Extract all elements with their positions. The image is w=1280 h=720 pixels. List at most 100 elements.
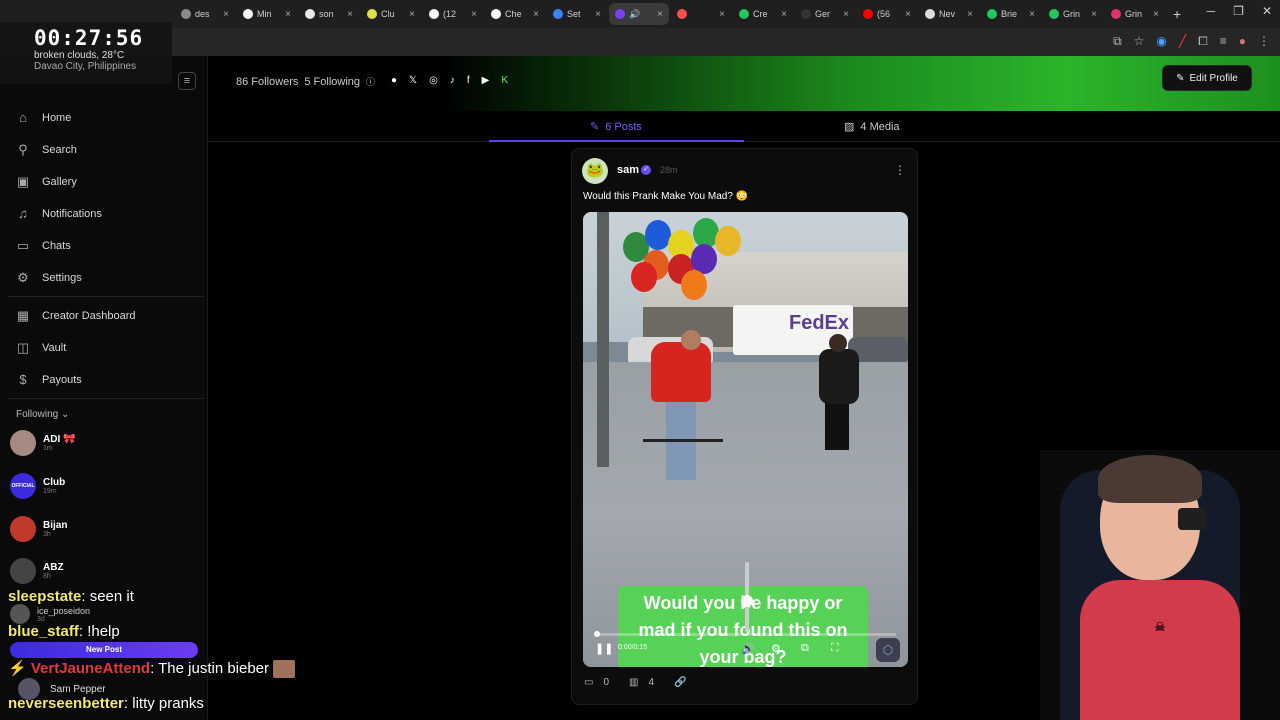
more-options-icon[interactable]: ⋮	[894, 163, 906, 177]
sidebar-item-creator-dashboard[interactable]: ▦ Creator Dashboard	[16, 309, 136, 323]
minimize-icon[interactable]: ─	[1207, 4, 1216, 18]
following-item[interactable]: Bijan 3h	[10, 516, 67, 542]
tiktok-icon[interactable]: ♪	[450, 75, 455, 86]
close-tab-icon[interactable]: ×	[409, 9, 415, 20]
close-window-icon[interactable]: ✕	[1262, 4, 1272, 18]
edit-profile-button[interactable]: ✎ Edit Profile	[1162, 65, 1252, 91]
close-tab-icon[interactable]: ×	[1153, 9, 1159, 20]
sidebar-item-payouts[interactable]: $ Payouts	[16, 372, 81, 387]
close-tab-icon[interactable]: ×	[905, 9, 911, 20]
sidebar-item-label: Search	[42, 144, 77, 156]
dollar-icon: $	[19, 372, 27, 387]
tab-media[interactable]: ▨ 4 Media	[844, 120, 900, 134]
close-tab-icon[interactable]: ×	[595, 9, 601, 20]
link-icon[interactable]: 🔗	[674, 677, 686, 688]
tab-posts[interactable]: ✎ 6 Posts	[590, 120, 642, 134]
picture-in-picture-icon[interactable]: ⧉	[801, 642, 809, 655]
app-badge-icon[interactable]: ⬡	[876, 638, 900, 662]
media-icon[interactable]: ≡	[1220, 34, 1227, 49]
browser-tab[interactable]: Ger ×	[795, 3, 855, 25]
browser-tab[interactable]: des ×	[175, 3, 235, 25]
close-tab-icon[interactable]: ×	[223, 9, 229, 20]
volume-icon[interactable]: 🔊	[741, 642, 755, 655]
following-count[interactable]: 5 Following	[304, 76, 360, 88]
menu-dots-icon[interactable]: ⋮	[1258, 34, 1270, 49]
browser-tab[interactable]: Min ×	[237, 3, 297, 25]
sidebar-item-home[interactable]: ⌂ Home	[16, 111, 71, 125]
puzzle-icon[interactable]: ⧠	[1198, 34, 1208, 49]
browser-tab[interactable]: Grin ×	[1043, 3, 1103, 25]
avatar	[10, 516, 36, 542]
close-tab-icon[interactable]: ×	[533, 9, 539, 20]
extension-icon[interactable]: ╱	[1179, 34, 1186, 49]
browser-tab[interactable]: Cre ×	[733, 3, 793, 25]
sidebar-item-label: Home	[42, 112, 72, 124]
browser-tab[interactable]: Set ×	[547, 3, 607, 25]
snapchat-icon[interactable]: ●	[391, 75, 397, 86]
youtube-icon[interactable]: ▶	[482, 75, 490, 86]
browser-tab[interactable]: (56 ×	[857, 3, 917, 25]
new-tab-button[interactable]: +	[1173, 6, 1181, 22]
instagram-icon[interactable]: ◎	[429, 75, 438, 86]
new-post-button[interactable]: New Post	[10, 642, 198, 658]
bookmark-star-icon[interactable]: ☆	[1134, 34, 1145, 49]
browser-tab[interactable]: Che ×	[485, 3, 545, 25]
facebook-icon[interactable]: f	[467, 75, 470, 86]
following-item[interactable]: ABZ 8h	[10, 558, 64, 584]
sidebar-item-vault[interactable]: ◫ Vault	[16, 341, 66, 355]
tab-label: (56	[877, 9, 891, 19]
pause-icon[interactable]: ❚❚	[595, 642, 613, 655]
fullscreen-icon[interactable]: ⛶	[831, 642, 839, 655]
close-tab-icon[interactable]: ×	[719, 9, 725, 20]
hamburger-icon[interactable]: ≡	[178, 72, 196, 90]
close-tab-icon[interactable]: ×	[1091, 9, 1097, 20]
browser-tab[interactable]: Grin ×	[1105, 3, 1165, 25]
following-item[interactable]: OFFICIAL Club 19m	[10, 473, 65, 499]
tab-label: Grin	[1125, 9, 1143, 19]
following-name: Club	[43, 477, 66, 488]
sidebar-item-notifications[interactable]: ♫ Notifications	[16, 207, 102, 221]
close-tab-icon[interactable]: ×	[285, 9, 291, 20]
install-icon[interactable]: ⧉	[1113, 34, 1122, 49]
close-tab-icon[interactable]: ×	[967, 9, 973, 20]
info-icon[interactable]: ⓘ	[366, 75, 375, 88]
sidebar-item-gallery[interactable]: ▣ Gallery	[16, 175, 77, 189]
comment-icon[interactable]: ▭	[584, 677, 593, 688]
close-tab-icon[interactable]: ×	[843, 9, 849, 20]
close-tab-icon[interactable]: ×	[471, 9, 477, 20]
close-tab-icon[interactable]: ×	[1029, 9, 1035, 20]
close-tab-icon[interactable]: ×	[347, 9, 353, 20]
active-tab-indicator	[489, 140, 744, 142]
followers-count[interactable]: 86 Followers	[236, 76, 298, 88]
extension-icon[interactable]: ◉	[1156, 34, 1166, 49]
sidebar-item-search[interactable]: ⚲ Search	[16, 143, 77, 157]
profile-avatar-icon[interactable]: ●	[1239, 34, 1246, 49]
video-progress-bar[interactable]	[596, 633, 896, 636]
video-progress-handle[interactable]	[594, 631, 600, 637]
restore-icon[interactable]: ❐	[1233, 4, 1244, 18]
video-player[interactable]: FedEx Would you be happy or mad if you f…	[583, 212, 908, 667]
sidebar-item-chats[interactable]: ▭ Chats	[16, 239, 71, 253]
video-controls: ❚❚ 0:00/0:15 🔊 ⚙ ⧉ ⛶	[583, 640, 908, 662]
gear-icon[interactable]: ⚙	[771, 642, 781, 655]
browser-tab[interactable]: Brie ×	[981, 3, 1041, 25]
browser-tab[interactable]: ×	[671, 3, 731, 25]
close-tab-icon[interactable]: ×	[657, 9, 663, 20]
browser-tab[interactable]: Nev ×	[919, 3, 979, 25]
browser-tab[interactable]: Clu ×	[361, 3, 421, 25]
following-header[interactable]: Following ⌄	[16, 409, 69, 420]
browser-tab[interactable]: (12 ×	[423, 3, 483, 25]
window-controls: ─ ❐ ✕	[1207, 4, 1272, 18]
volume-slider-handle[interactable]	[741, 595, 753, 607]
sidebar-item-settings[interactable]: ⚙ Settings	[16, 271, 82, 285]
following-item[interactable]: ice_poseidon 3d	[10, 604, 90, 624]
x-icon[interactable]: 𝕏	[409, 75, 417, 86]
browser-tab[interactable]: son ×	[299, 3, 359, 25]
browser-tab-active[interactable]: 🔊 ×	[609, 3, 669, 25]
kick-icon[interactable]: K	[501, 75, 508, 86]
avatar[interactable]: 🐸	[582, 158, 608, 184]
post-author[interactable]: sam	[617, 164, 639, 176]
close-tab-icon[interactable]: ×	[781, 9, 787, 20]
following-item[interactable]: ADI 🎀 1m	[10, 430, 75, 456]
tab-label: Min	[257, 9, 272, 19]
